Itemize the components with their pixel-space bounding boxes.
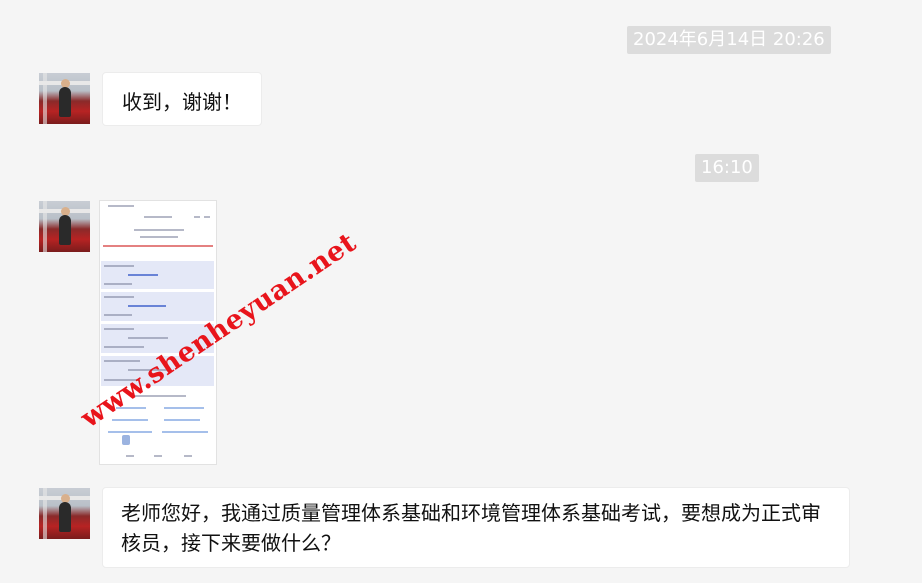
message-bubble[interactable]: 老师您好，我通过质量管理体系基础和环境管理体系基础考试，要想成为正式审核员，接下… — [102, 487, 850, 568]
timestamp-chip: 2024年6月14日 20:26 — [627, 26, 831, 54]
message-text: 老师您好，我通过质量管理体系基础和环境管理体系基础考试，要想成为正式审核员，接下… — [121, 501, 821, 555]
avatar[interactable] — [39, 73, 90, 124]
timestamp-chip: 16:10 — [695, 154, 759, 182]
avatar[interactable] — [39, 201, 90, 252]
avatar[interactable] — [39, 488, 90, 539]
message-text: 收到，谢谢！ — [122, 90, 242, 114]
message-bubble[interactable]: 收到，谢谢！ — [102, 72, 262, 126]
